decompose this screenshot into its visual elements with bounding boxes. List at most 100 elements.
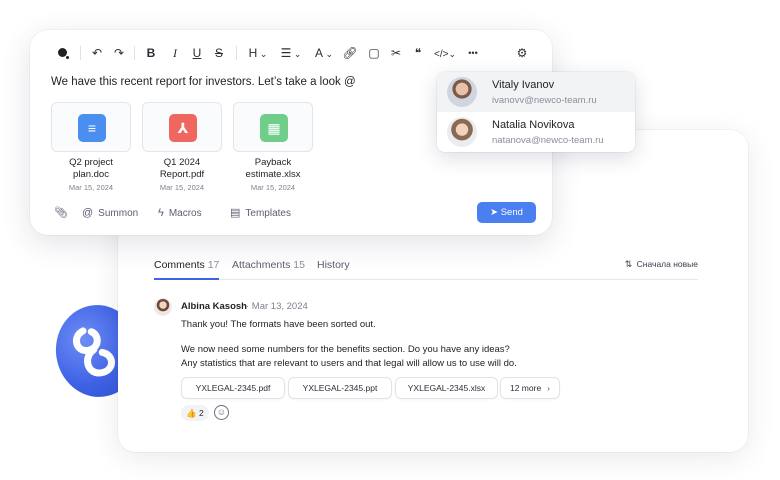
divider [80, 46, 81, 60]
avatar [154, 298, 172, 316]
chevron-down-icon: ⌄ [257, 49, 268, 59]
message-text[interactable]: We have this recent report for investors… [51, 76, 356, 88]
code-icon: </> [433, 49, 449, 60]
comment-line-3: Any statistics that are relevant to user… [181, 358, 517, 369]
document-icon: ≡ [78, 114, 106, 142]
underline-button[interactable]: U [190, 45, 204, 61]
chevron-right-icon: › [547, 383, 551, 393]
more-options-button[interactable]: ••• [464, 45, 482, 61]
chevron-down-icon: ⌄ [448, 49, 456, 59]
spreadsheet-icon: ▦ [260, 114, 288, 142]
file-date: Mar 15, 2024 [68, 183, 114, 192]
file-card[interactable]: ≡ Q2 project plan.doc Mar 15, 2024 [51, 102, 131, 192]
paperclip-icon[interactable]: 📎︎ [54, 206, 73, 221]
template-icon: ▤ [230, 207, 241, 219]
file-thumbnail: ≡ [51, 102, 131, 152]
sticker-icon[interactable]: ▢ [366, 45, 382, 61]
mention-email: ivanovv@newco-team.ru [492, 95, 597, 106]
chevron-down-icon: ⌄ [291, 49, 302, 59]
tab-history[interactable]: History [317, 258, 350, 280]
summon-label: Summon [98, 208, 139, 219]
file-name-line: Q1 2024 [163, 157, 201, 168]
reaction-count: 2 [198, 408, 204, 418]
mention-option-natalia[interactable]: Natalia Novikova natanova@newco-team.ru [437, 112, 635, 152]
redo-icon[interactable]: ↷ [112, 45, 126, 61]
file-name-line: plan.doc [73, 169, 109, 180]
send-label: Send [500, 207, 523, 218]
macros-label: Macros [168, 208, 202, 219]
comment-author: Albina Kasosh [181, 301, 247, 312]
avatar [447, 117, 477, 147]
at-sign-icon: @ [82, 207, 94, 219]
sort-button[interactable]: ⇅ Сначала новые [625, 259, 698, 270]
list-icon: ☰ [280, 46, 292, 60]
file-thumbnail: ▦ [233, 102, 313, 152]
lightning-icon: ϟ [158, 207, 164, 219]
tab-comments-label: Comments [154, 259, 205, 271]
file-name-line: Report.pdf [159, 169, 205, 180]
file-card[interactable]: ⅄ Q1 2024 Report.pdf Mar 15, 2024 [142, 102, 222, 192]
code-dropdown[interactable]: </>⌄ [432, 45, 458, 61]
divider [134, 46, 135, 60]
file-name: Q2 project plan.doc [51, 157, 131, 181]
comment-date: · Mar 13, 2024 [246, 301, 308, 312]
scissors-icon[interactable]: ✂ [388, 45, 404, 61]
attachment-name: YXLEGAL-2345.ppt [302, 383, 378, 393]
tab-comments-count: 17 [207, 259, 220, 271]
text-style-dot [66, 56, 69, 59]
mention-email: natanova@newco-team.ru [492, 135, 604, 146]
file-date: Mar 15, 2024 [250, 183, 296, 192]
mention-name: Natalia Novikova [492, 119, 575, 131]
text-color-label: A [314, 46, 323, 60]
file-card[interactable]: ▦ Payback estimate.xlsx Mar 15, 2024 [233, 102, 313, 192]
summon-button[interactable]: @ Summon [82, 206, 138, 221]
tab-attachments[interactable]: Attachments 15 [232, 258, 305, 280]
undo-icon[interactable]: ↶ [90, 45, 104, 61]
text-color-dropdown[interactable]: A ⌄ [312, 45, 336, 61]
macros-button[interactable]: ϟ Macros [158, 206, 202, 221]
attachment-chip[interactable]: YXLEGAL-2345.ppt [288, 377, 392, 399]
attachment-name: YXLEGAL-2345.pdf [195, 383, 271, 393]
bold-button[interactable]: B [144, 45, 158, 61]
comment-line-2: We now need some numbers for the benefit… [181, 344, 510, 355]
chevron-down-icon: ⌄ [322, 49, 334, 59]
file-name-line: Payback [254, 157, 292, 168]
file-thumbnail: ⅄ [142, 102, 222, 152]
italic-button[interactable]: I [168, 45, 182, 61]
strikethrough-button[interactable]: S [212, 45, 226, 61]
templates-label: Templates [245, 208, 291, 219]
attachment-name: YXLEGAL-2345.xlsx [407, 383, 486, 393]
heading-dropdown[interactable]: H ⌄ [246, 45, 270, 61]
sort-icon: ⇅ [624, 259, 633, 269]
comment-line-1: Thank you! The formats have been sorted … [181, 319, 376, 330]
link-icon[interactable]: 🔗︎ [342, 45, 358, 61]
more-attachments-label: 12 more [509, 383, 542, 393]
heading-label: H [248, 46, 258, 60]
templates-button[interactable]: ▤ Templates [230, 206, 291, 221]
file-name: Payback estimate.xlsx [233, 157, 313, 181]
mention-dropdown: Vitaly Ivanov ivanovv@newco-team.ru Nata… [437, 72, 635, 152]
list-dropdown[interactable]: ☰ ⌄ [278, 45, 304, 61]
send-button[interactable]: ➤ Send [477, 202, 536, 223]
file-name-line: estimate.xlsx [245, 169, 301, 180]
reaction-badge[interactable]: 👍 2 [181, 405, 209, 421]
more-attachments-button[interactable]: 12 more › [500, 377, 560, 399]
file-name: Q1 2024 Report.pdf [142, 157, 222, 181]
tabs-bar: Comments 17 Attachments 15 History ⇅ Сна… [154, 258, 698, 280]
quote-icon[interactable]: ❝ [410, 45, 426, 61]
thumbs-up-icon: 👍 [186, 408, 197, 418]
tab-history-label: History [317, 259, 350, 271]
tab-comments[interactable]: Comments 17 [154, 258, 220, 280]
mention-name: Vitaly Ivanov [492, 79, 555, 91]
tab-attachments-count: 15 [293, 259, 305, 271]
send-icon: ➤ [490, 207, 501, 218]
file-date: Mar 15, 2024 [159, 183, 205, 192]
attachment-chip[interactable]: YXLEGAL-2345.xlsx [395, 377, 498, 399]
add-reaction-icon[interactable]: ☺ [214, 405, 229, 420]
divider [236, 46, 237, 60]
attachment-chip[interactable]: YXLEGAL-2345.pdf [181, 377, 285, 399]
sort-label: Сначала новые [636, 259, 698, 269]
mention-option-vitaly[interactable]: Vitaly Ivanov ivanovv@newco-team.ru [437, 72, 635, 112]
file-name-line: Q2 project [69, 157, 113, 168]
gear-icon[interactable]: ⚙ [514, 45, 530, 61]
